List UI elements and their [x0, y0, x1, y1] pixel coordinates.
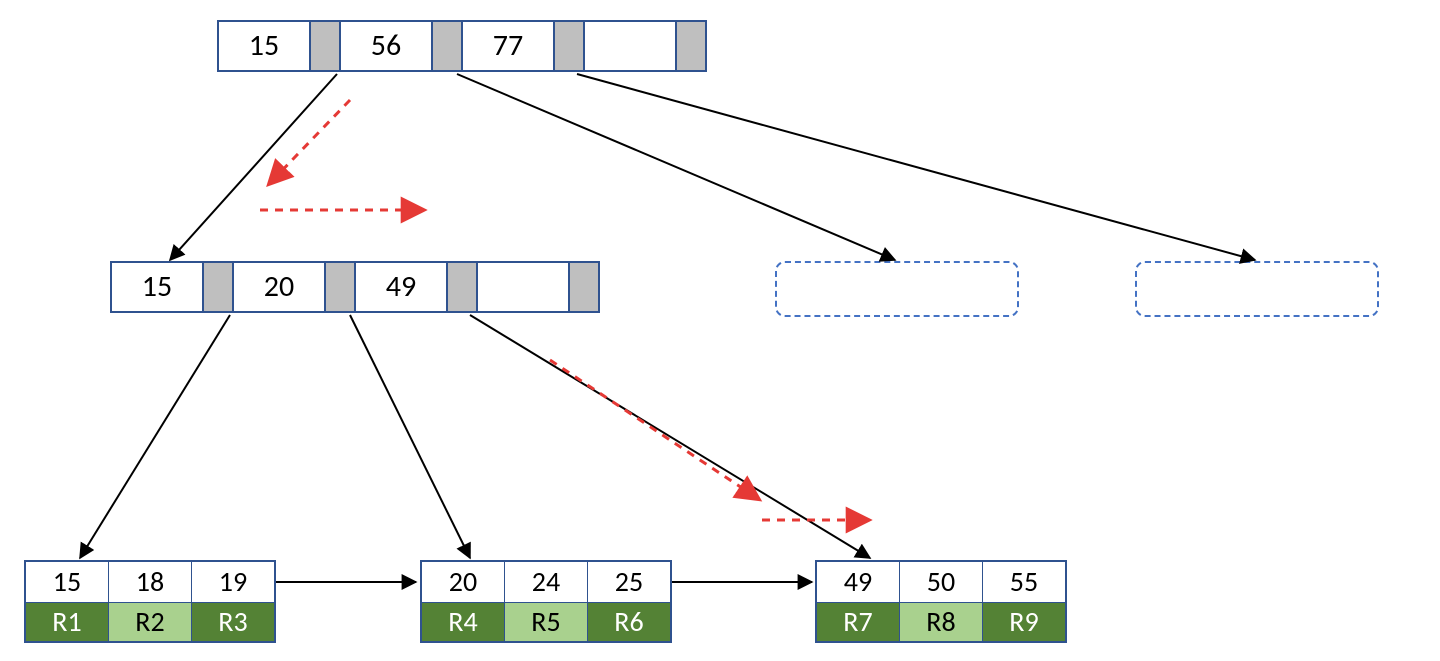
internal-key-0: 15 — [112, 263, 203, 311]
subtree-placeholder-2 — [1135, 261, 1379, 317]
edge-root-internal — [170, 74, 337, 260]
leaf-node-1: 20 24 25 R4 R5 R6 — [420, 560, 672, 643]
edge-int-leaf0 — [80, 315, 230, 558]
search-step-1 — [268, 100, 350, 185]
root-key-0: 15 — [219, 22, 310, 70]
internal-node: 15 20 49 — [110, 261, 600, 313]
edge-root-ph1 — [457, 74, 895, 260]
leaf2-key-0: 49 — [817, 562, 900, 602]
leaf-node-0: 15 18 19 R1 R2 R3 — [24, 560, 276, 643]
edge-int-leaf1 — [350, 315, 470, 558]
leaf0-key-0: 15 — [26, 562, 109, 602]
leaf1-rec-2: R6 — [588, 602, 670, 641]
leaf-node-2: 49 50 55 R7 R8 R9 — [815, 560, 1067, 643]
subtree-placeholder-1 — [775, 261, 1019, 317]
leaf2-key-1: 50 — [900, 562, 983, 602]
internal-key-2: 49 — [355, 263, 447, 311]
leaf0-rec-1: R2 — [109, 602, 192, 641]
internal-ptr-1 — [325, 263, 355, 311]
leaf1-rec-0: R4 — [422, 602, 505, 641]
internal-ptr-2 — [447, 263, 477, 311]
leaf2-rec-0: R7 — [817, 602, 900, 641]
leaf1-rec-1: R5 — [505, 602, 588, 641]
root-ptr-1 — [432, 22, 462, 70]
root-ptr-0 — [310, 22, 340, 70]
leaf2-key-2: 55 — [983, 562, 1065, 602]
root-key-3 — [584, 22, 676, 70]
internal-key-3 — [477, 263, 569, 311]
leaf0-key-2: 19 — [192, 562, 274, 602]
internal-ptr-3 — [569, 263, 598, 311]
root-ptr-2 — [554, 22, 584, 70]
root-key-2: 77 — [462, 22, 554, 70]
leaf0-rec-2: R3 — [192, 602, 274, 641]
leaf1-key-0: 20 — [422, 562, 505, 602]
root-ptr-3 — [676, 22, 705, 70]
leaf2-rec-1: R8 — [900, 602, 983, 641]
root-key-1: 56 — [340, 22, 432, 70]
edge-int-leaf2 — [470, 315, 870, 558]
leaf0-rec-0: R1 — [26, 602, 109, 641]
leaf1-key-1: 24 — [505, 562, 588, 602]
internal-ptr-0 — [203, 263, 233, 311]
leaf0-key-1: 18 — [109, 562, 192, 602]
leaf2-rec-2: R9 — [983, 602, 1065, 641]
edge-root-ph2 — [577, 74, 1255, 260]
leaf1-key-2: 25 — [588, 562, 670, 602]
search-step-3 — [550, 360, 760, 500]
internal-key-1: 20 — [233, 263, 325, 311]
root-node: 15 56 77 — [217, 20, 707, 72]
